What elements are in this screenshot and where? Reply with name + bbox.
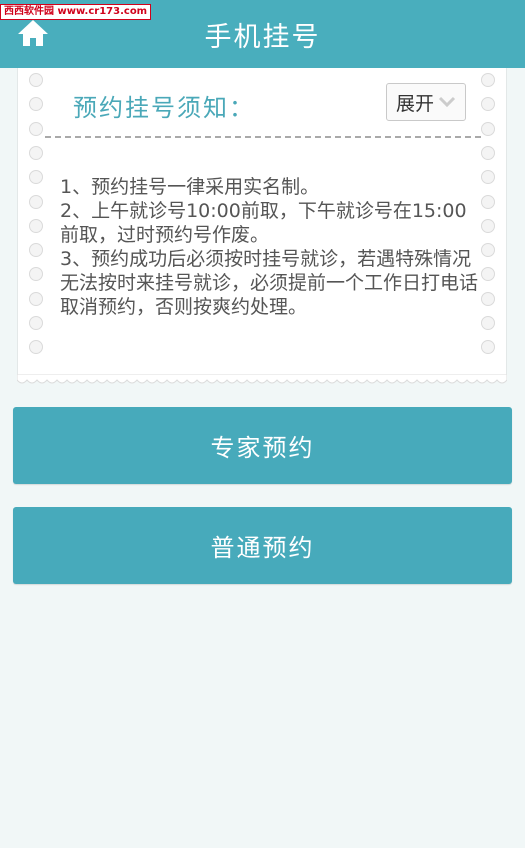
- perforation-hole: [29, 243, 43, 258]
- perforation-hole: [29, 170, 43, 185]
- perforation-hole: [481, 340, 495, 355]
- expand-button-label: 展开: [395, 92, 434, 115]
- home-icon: [18, 20, 48, 46]
- perforation-hole: [481, 170, 495, 185]
- perforation-hole: [29, 194, 43, 209]
- perforation-hole: [481, 73, 495, 87]
- perforation-hole: [29, 267, 43, 282]
- card-perforation-right: [481, 68, 495, 380]
- perforation-hole: [481, 243, 495, 258]
- notice-title: 预约挂号须知：: [73, 94, 255, 122]
- perforation-hole: [481, 291, 495, 306]
- perforation-hole: [481, 145, 495, 160]
- rule-item: 1、预约挂号一律采用实名制。: [60, 176, 320, 198]
- perforation-hole: [29, 121, 43, 136]
- card-wave-edge: [17, 374, 507, 384]
- notice-divider: [45, 136, 481, 138]
- notice-card: 预约挂号须知： 展开 1、预约挂号一律采用实名制。 2、上午就诊号10:00前取…: [17, 68, 507, 380]
- card-perforation-left: [29, 68, 43, 380]
- perforation-hole: [29, 291, 43, 306]
- perforation-hole: [481, 121, 495, 136]
- home-button[interactable]: [16, 18, 50, 48]
- perforation-hole: [29, 218, 43, 233]
- notice-rules: 1、预约挂号一律采用实名制。 2、上午就诊号10:00前取，下午就诊号在15:0…: [60, 175, 480, 319]
- chevron-down-icon: [438, 96, 456, 108]
- watermark: 西西软件园 www.cr173.com: [0, 4, 152, 20]
- rule-item: 3、预约成功后必须按时挂号就诊，若遇特殊情况无法按时来挂号就诊，必须提前一个工作…: [60, 248, 479, 318]
- perforation-hole: [29, 316, 43, 330]
- perforation-hole: [29, 145, 43, 160]
- perforation-hole: [481, 267, 495, 282]
- perforation-hole: [481, 316, 495, 330]
- perforation-hole: [29, 97, 43, 112]
- perforation-hole: [481, 194, 495, 209]
- normal-appointment-button[interactable]: 普通预约: [13, 507, 512, 584]
- perforation-hole: [29, 73, 43, 87]
- expert-appointment-button[interactable]: 专家预约: [13, 407, 512, 484]
- perforation-hole: [481, 218, 495, 233]
- perforation-hole: [29, 340, 43, 355]
- perforation-hole: [481, 97, 495, 112]
- expand-button[interactable]: 展开: [386, 83, 466, 121]
- page-title: 手机挂号: [204, 21, 321, 53]
- rule-item: 2、上午就诊号10:00前取，下午就诊号在15:00前取，过时预约号作废。: [60, 200, 467, 246]
